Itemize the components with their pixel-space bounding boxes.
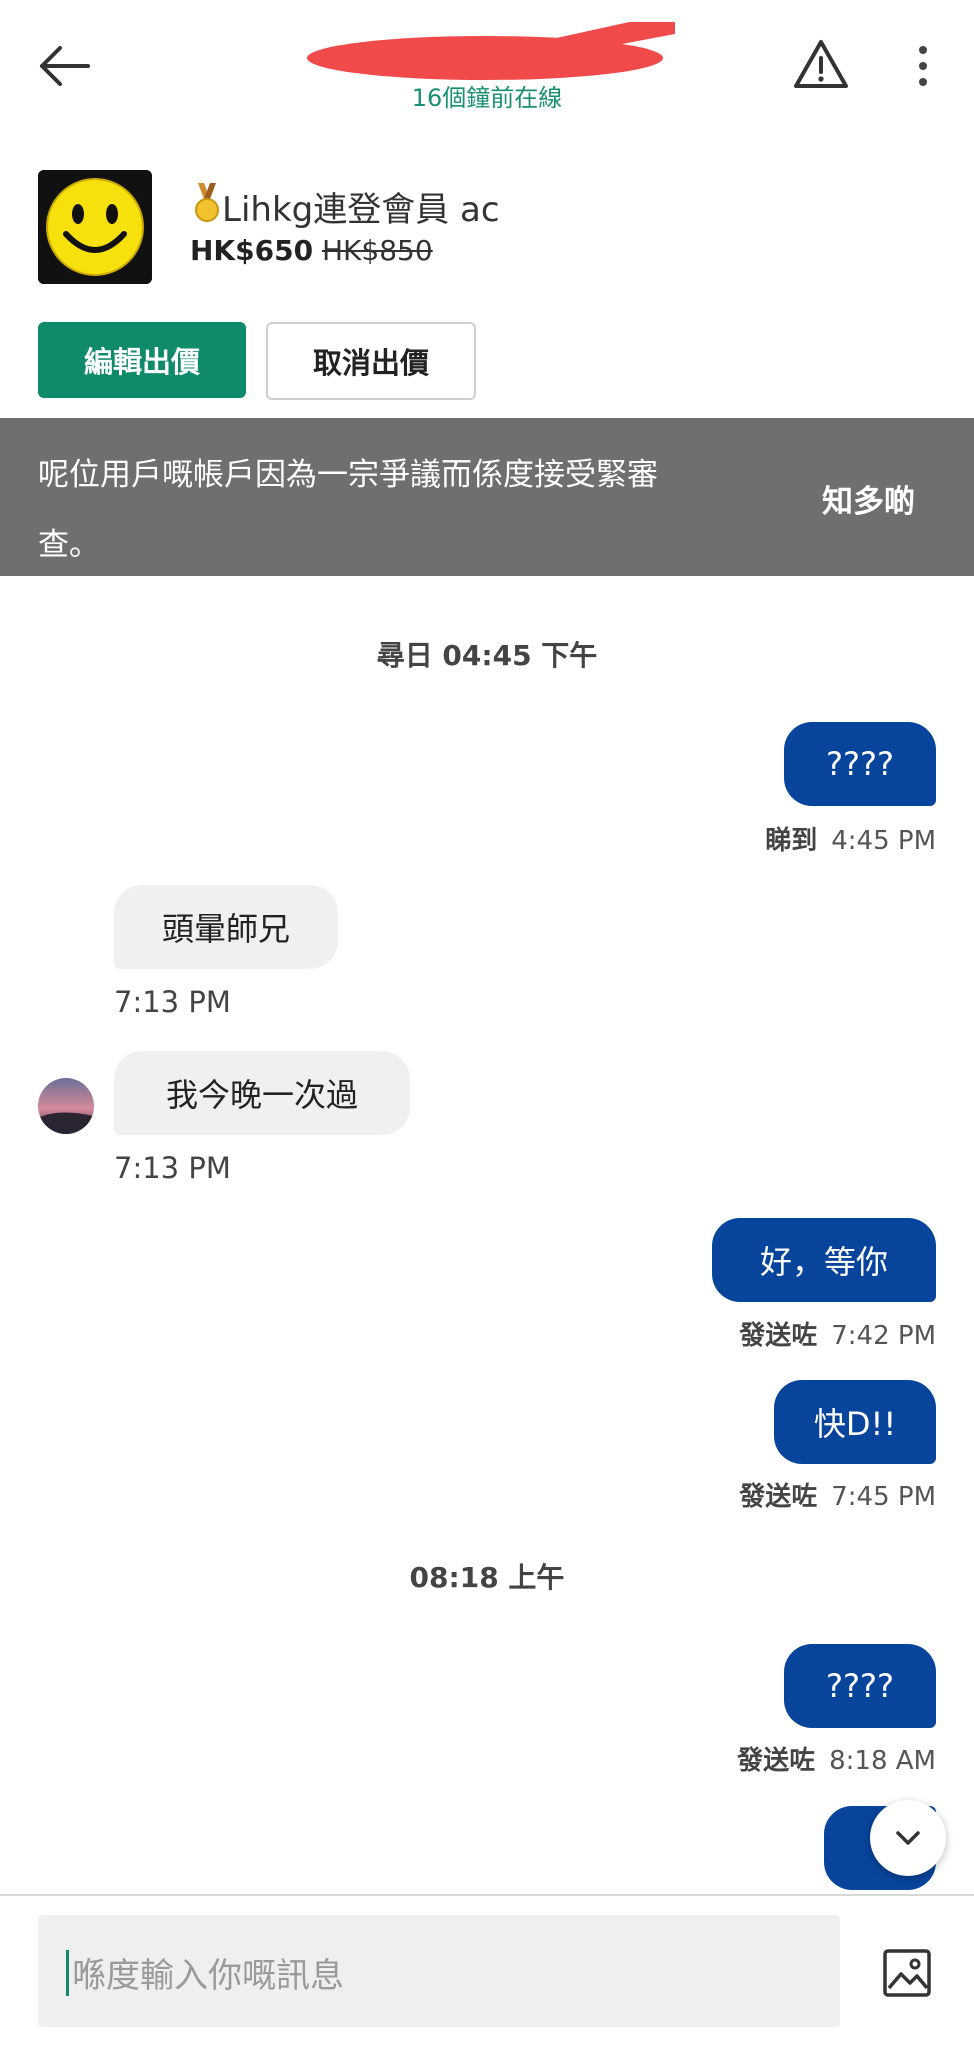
more-options-button[interactable] xyxy=(905,40,941,92)
message-status: 發送咗 xyxy=(739,1482,818,1512)
message-meta: 發送咗 7:42 PM xyxy=(739,1315,936,1352)
offer-price: HK$650 xyxy=(190,234,314,267)
message-time: 7:13 PM xyxy=(114,985,231,1019)
message-bubble-outgoing[interactable]: ???? xyxy=(784,722,936,806)
message-bubble-outgoing[interactable]: ???? xyxy=(784,1644,936,1728)
message-bubble-outgoing[interactable]: 快D!! xyxy=(774,1380,936,1464)
listing-thumbnail[interactable] xyxy=(38,170,152,284)
message-meta: 發送咗 7:45 PM xyxy=(739,1476,936,1513)
listing-title-text: Lihkg連登會員 ac xyxy=(222,190,500,230)
report-button[interactable] xyxy=(792,36,850,94)
attach-image-button[interactable] xyxy=(880,1946,934,2000)
message-meta: 發送咗 8:18 AM xyxy=(737,1740,936,1777)
message-bubble-incoming[interactable]: 我今晚一次過 xyxy=(114,1051,410,1135)
message-bubble-incoming[interactable]: 頭暈師兄 xyxy=(114,885,338,969)
text-cursor xyxy=(66,1950,69,1996)
date-separator: 尋日 04:45 下午 xyxy=(376,639,598,672)
message-time: 8:18 AM xyxy=(829,1746,936,1776)
message-time: 7:45 PM xyxy=(831,1482,936,1512)
message-status: 睇到 xyxy=(765,826,818,856)
image-icon xyxy=(883,1949,931,1997)
cancel-offer-button[interactable]: 取消出價 xyxy=(266,322,476,400)
banner-message: 呢位用戶嘅帳戶因為一宗爭議而係度接受緊審查。 xyxy=(38,457,658,563)
medal-icon xyxy=(192,183,222,232)
original-price: HK$850 xyxy=(322,234,433,267)
message-input-placeholder: 喺度輸入你嘅訊息 xyxy=(72,1956,344,1996)
edit-offer-button[interactable]: 編輯出價 xyxy=(38,322,246,398)
more-vertical-icon xyxy=(919,46,927,86)
smiley-face-icon xyxy=(38,170,152,284)
scroll-to-bottom-button[interactable] xyxy=(870,1800,946,1876)
chevron-down-icon xyxy=(896,1831,920,1845)
date-separator: 08:18 上午 xyxy=(409,1561,565,1594)
warning-triangle-icon xyxy=(794,40,848,88)
message-status: 發送咗 xyxy=(739,1321,818,1351)
avatar[interactable] xyxy=(38,1078,94,1134)
redaction-mark xyxy=(307,22,675,80)
message-time: 7:13 PM xyxy=(114,1151,231,1185)
message-status: 發送咗 xyxy=(737,1746,816,1776)
message-bubble-outgoing[interactable]: 好，等你 xyxy=(712,1218,936,1302)
message-meta: 睇到 4:45 PM xyxy=(765,820,936,857)
message-time: 4:45 PM xyxy=(831,826,936,856)
message-time: 7:42 PM xyxy=(831,1321,936,1351)
listing-title[interactable]: Lihkg連登會員 ac xyxy=(192,182,500,232)
divider xyxy=(0,1894,974,1896)
learn-more-link[interactable]: 知多啲 xyxy=(822,476,915,521)
